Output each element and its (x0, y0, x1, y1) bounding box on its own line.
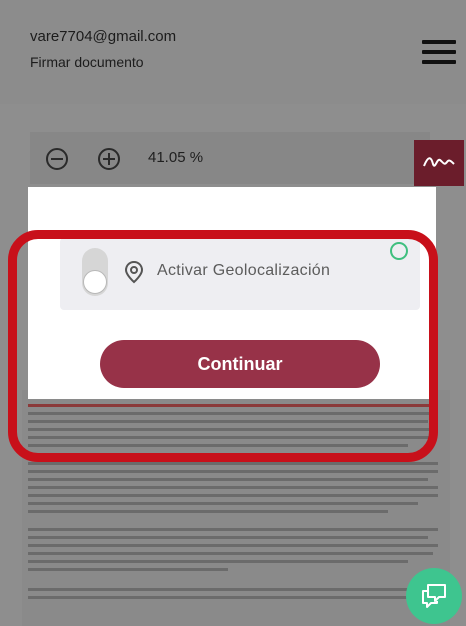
highlight-outline (8, 230, 438, 462)
zoom-level: 41.05 % (148, 149, 204, 166)
hamburger-menu-icon[interactable] (422, 38, 456, 66)
zoom-out-icon[interactable] (46, 148, 68, 170)
chat-icon (422, 584, 446, 608)
chat-fab-button[interactable] (406, 568, 462, 624)
signature-tool-button[interactable] (414, 140, 464, 186)
zoom-toolbar (30, 132, 430, 184)
top-bar: vare7704@gmail.com Firmar documento (0, 0, 466, 104)
user-email: vare7704@gmail.com (30, 28, 177, 45)
page-subtitle: Firmar documento (30, 54, 144, 70)
zoom-in-icon[interactable] (98, 148, 120, 170)
signature-icon (423, 157, 455, 167)
